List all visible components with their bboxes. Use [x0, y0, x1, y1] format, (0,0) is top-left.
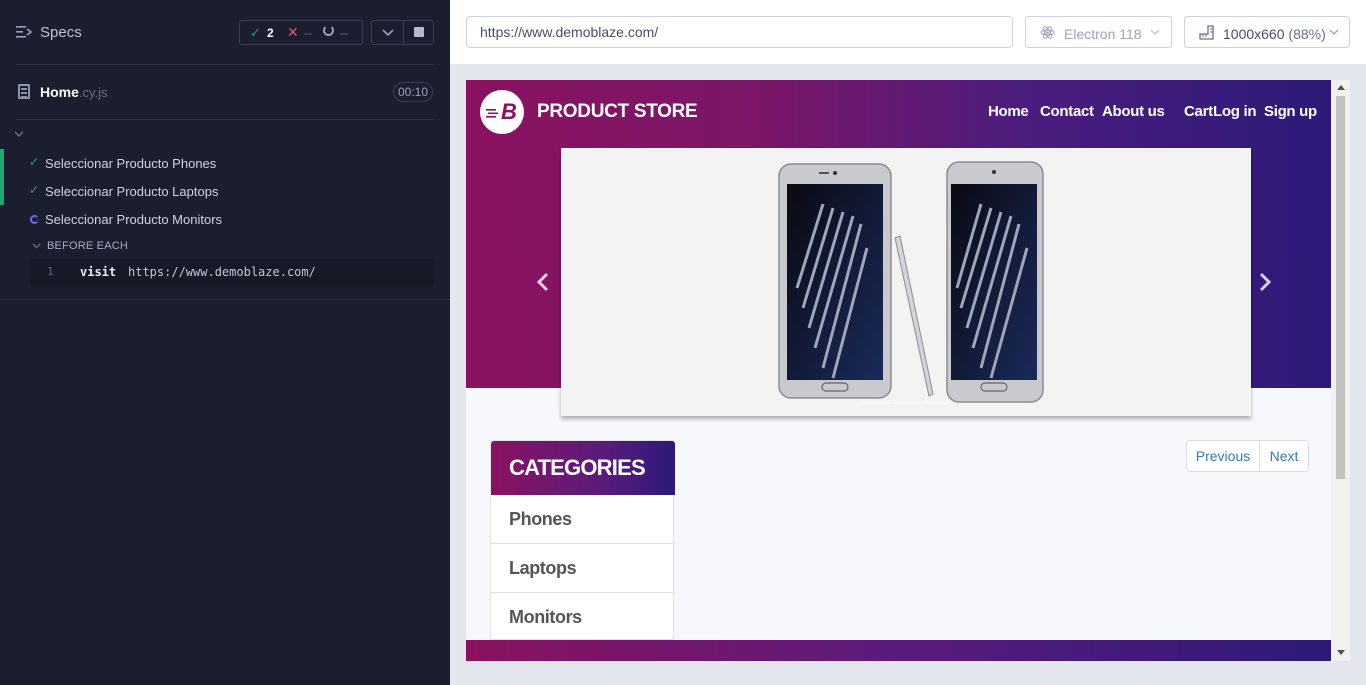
divider	[16, 119, 434, 120]
chevron-down-icon	[1150, 29, 1160, 35]
browser-selector[interactable]: Electron 118	[1025, 16, 1172, 48]
command-message: https://www.demoblaze.com/	[128, 265, 316, 279]
nav-home[interactable]: Home	[988, 103, 1029, 120]
divider	[0, 299, 450, 300]
spec-file-name[interactable]: Home.cy.js	[40, 84, 108, 100]
site-brand-name[interactable]: PRODUCT STORE	[537, 101, 698, 123]
next-button[interactable]: Next	[1260, 441, 1308, 471]
test-row-laptops[interactable]: ✓ Seleccionar Producto Laptops	[0, 177, 450, 205]
before-each-hook-label[interactable]: BEFORE EACH	[47, 240, 128, 252]
test-stats: ✓ 2 ✕ -- --	[239, 20, 363, 45]
nav-about-us[interactable]: About us	[1102, 103, 1165, 120]
run-controls	[371, 20, 434, 45]
site-footer-bar	[466, 640, 1331, 661]
speed-lines-icon	[486, 109, 498, 118]
collapse-suite-chevron-icon[interactable]	[14, 130, 24, 138]
browser-label: Electron 118	[1064, 26, 1142, 42]
category-label: Phones	[509, 509, 572, 529]
pending-circle-icon	[323, 25, 334, 36]
specs-title[interactable]: Specs	[40, 24, 82, 41]
electron-icon	[1040, 26, 1055, 39]
passed-check-icon: ✓	[250, 25, 261, 40]
category-phones[interactable]: Phones	[491, 495, 675, 544]
chevron-down-icon[interactable]	[382, 27, 394, 37]
test-row-monitors[interactable]: Seleccionar Producto Monitors	[0, 205, 450, 233]
test-title: Seleccionar Producto Laptops	[45, 184, 219, 199]
spec-duration-badge: 00:10	[393, 82, 433, 102]
carousel-next-chevron-icon[interactable]	[1258, 272, 1272, 292]
scroll-up-arrow-icon[interactable]	[1337, 85, 1345, 90]
passed-check-icon: ✓	[29, 183, 40, 197]
carousel-indicators[interactable]	[861, 391, 954, 409]
failed-count: --	[304, 26, 312, 40]
failed-x-icon: ✕	[287, 24, 299, 40]
file-icon	[18, 84, 30, 99]
scrollbar-thumb[interactable]	[1336, 96, 1345, 479]
reporter-header: Specs ✓ 2 ✕ -- --	[0, 0, 450, 64]
command-name: visit	[80, 265, 117, 279]
viewport-label: 1000x660 (88%)	[1223, 26, 1326, 42]
command-log-row[interactable]: 1 visit https://www.demoblaze.com/	[30, 259, 434, 287]
viewport-selector[interactable]: 1000x660 (88%)	[1184, 16, 1350, 48]
logo-b-mark: B	[501, 99, 517, 124]
ruler-icon	[1199, 25, 1214, 40]
spec-name-label: Home	[40, 84, 79, 100]
categories-list: CATEGORIES Phones Laptops Monitors	[490, 440, 675, 642]
spec-ext-label: .cy.js	[78, 85, 108, 100]
brand-logo[interactable]: B	[480, 90, 524, 134]
stop-button[interactable]	[414, 27, 424, 37]
passed-count: 2	[267, 26, 274, 40]
test-title: Seleccionar Producto Phones	[45, 156, 217, 171]
pagination: Previous Next	[1186, 440, 1309, 472]
product-carousel[interactable]	[561, 148, 1251, 416]
test-title: Seleccionar Producto Monitors	[45, 212, 223, 227]
nav-log-in[interactable]: Log in	[1213, 103, 1256, 120]
running-spinner-icon	[30, 215, 39, 224]
category-laptops[interactable]: Laptops	[491, 544, 675, 593]
scroll-down-arrow-icon[interactable]	[1337, 650, 1345, 655]
passed-indicator-bar	[0, 177, 4, 205]
chevron-down-icon	[1329, 29, 1339, 35]
url-field[interactable]	[466, 16, 1013, 48]
categories-header[interactable]: CATEGORIES	[491, 441, 675, 495]
passed-indicator-bar	[0, 149, 4, 177]
aut-toolbar: Electron 118 1000x660 (88%)	[450, 0, 1366, 64]
hook-chevron-down-icon[interactable]	[32, 242, 41, 249]
carousel-slide-image	[778, 161, 1044, 403]
nav-contact[interactable]: Contact	[1040, 103, 1094, 120]
vertical-scrollbar[interactable]	[1331, 80, 1350, 661]
command-number: 1	[47, 265, 54, 278]
test-row-phones[interactable]: ✓ Seleccionar Producto Phones	[0, 149, 450, 177]
nav-sign-up[interactable]: Sign up	[1264, 103, 1317, 120]
category-label: Monitors	[509, 607, 582, 627]
nav-cart[interactable]: Cart	[1184, 103, 1213, 120]
divider	[16, 64, 434, 65]
viewport-scale: (88%)	[1288, 26, 1326, 42]
cypress-reporter-panel: Specs ✓ 2 ✕ -- -- Home.cy.js 00:10 ✓ Sel	[0, 0, 450, 685]
specs-list-icon[interactable]	[16, 25, 32, 39]
divider	[403, 21, 404, 44]
categories-title: CATEGORIES	[509, 455, 646, 480]
pending-count: --	[340, 26, 348, 40]
previous-button[interactable]: Previous	[1187, 441, 1260, 471]
passed-check-icon: ✓	[29, 155, 40, 169]
category-label: Laptops	[509, 558, 577, 578]
carousel-prev-chevron-icon[interactable]	[536, 272, 550, 292]
aut-iframe: B PRODUCT STORE Home Contact About us Ca…	[466, 80, 1350, 661]
viewport-size: 1000x660	[1223, 26, 1285, 42]
category-monitors[interactable]: Monitors	[491, 593, 675, 642]
